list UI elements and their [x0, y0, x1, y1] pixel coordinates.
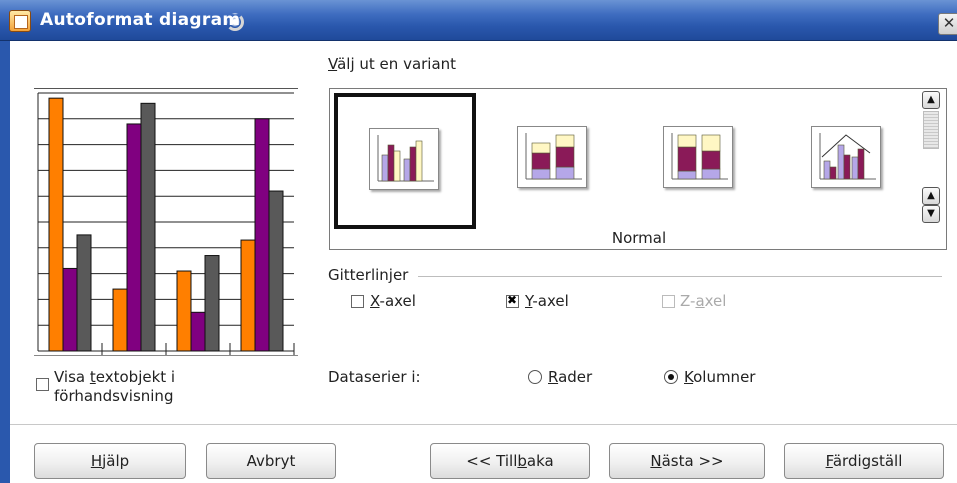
z-axis-label[interactable]: Z-axel [680, 292, 726, 310]
variant-caption: Normal [611, 229, 667, 247]
chart-preview-svg [37, 92, 295, 355]
chart-bar [112, 288, 128, 352]
bar-chart-stacked-icon [517, 126, 587, 188]
scroll-down-icon[interactable]: ▼ [922, 205, 940, 223]
variant-scrollbar[interactable]: ▲ ▲ ▼ [920, 91, 942, 225]
variant-percent[interactable] [626, 93, 768, 229]
chart-bar [76, 234, 92, 352]
title-bar: Autoformat diagram ✕ [0, 0, 957, 41]
variant-lines[interactable] [772, 93, 914, 229]
app-icon [9, 10, 31, 32]
chart-bar [126, 123, 142, 352]
chart-preview [34, 88, 298, 356]
x-axis-label[interactable]: X-axel [370, 292, 416, 310]
window-title: Autoformat diagram [40, 10, 241, 30]
bar-chart-percent-icon [663, 126, 733, 188]
chart-bar [254, 118, 270, 352]
button-separator [10, 424, 957, 425]
gridlines-label: Gitterlinjer [328, 266, 409, 284]
busy-indicator-icon [226, 13, 244, 31]
next-button[interactable]: Nästa >> [609, 443, 765, 479]
chart-bar [240, 239, 256, 352]
chart-bar [190, 311, 206, 352]
chart-bar [62, 267, 78, 352]
columns-radio[interactable] [664, 370, 678, 384]
bar-chart-normal-icon [369, 128, 439, 190]
back-button[interactable]: << Tillbaka [430, 443, 590, 479]
close-button[interactable]: ✕ [938, 13, 957, 35]
bar-chart-lines-icon [811, 126, 881, 188]
data-series-label: Dataserier i: [328, 368, 421, 386]
chart-bar [176, 270, 192, 352]
gridlines-separator [418, 276, 942, 277]
variant-stacked[interactable] [478, 93, 620, 229]
show-text-objects-label[interactable]: Visa textobjekt i förhandsvisning [54, 368, 175, 406]
scroll-up-icon[interactable]: ▲ [922, 91, 940, 109]
rows-radio[interactable] [528, 370, 542, 384]
show-text-objects-checkbox[interactable] [36, 378, 49, 391]
cancel-button[interactable]: Avbryt [206, 443, 336, 479]
y-axis-checkbox[interactable] [506, 293, 519, 308]
variant-list[interactable]: Normal ▲ ▲ ▼ [329, 88, 947, 250]
y-axis-label[interactable]: Y-axel [525, 292, 569, 310]
x-axis-checkbox[interactable] [351, 295, 364, 308]
finish-button[interactable]: Färdigställ [784, 443, 944, 479]
scroll-up-icon[interactable]: ▲ [922, 187, 940, 205]
columns-label[interactable]: Kolumner [684, 368, 755, 386]
chart-bar [204, 255, 220, 352]
z-axis-checkbox[interactable] [662, 295, 675, 308]
help-button[interactable]: Hjälp [34, 443, 186, 479]
variant-normal[interactable] [334, 93, 476, 229]
scroll-track[interactable] [923, 111, 939, 149]
chart-bar [268, 190, 284, 352]
variant-label: Välj ut en variant [328, 55, 457, 73]
chart-bar [140, 102, 156, 352]
rows-label[interactable]: Rader [548, 368, 592, 386]
chart-bar [48, 97, 64, 352]
